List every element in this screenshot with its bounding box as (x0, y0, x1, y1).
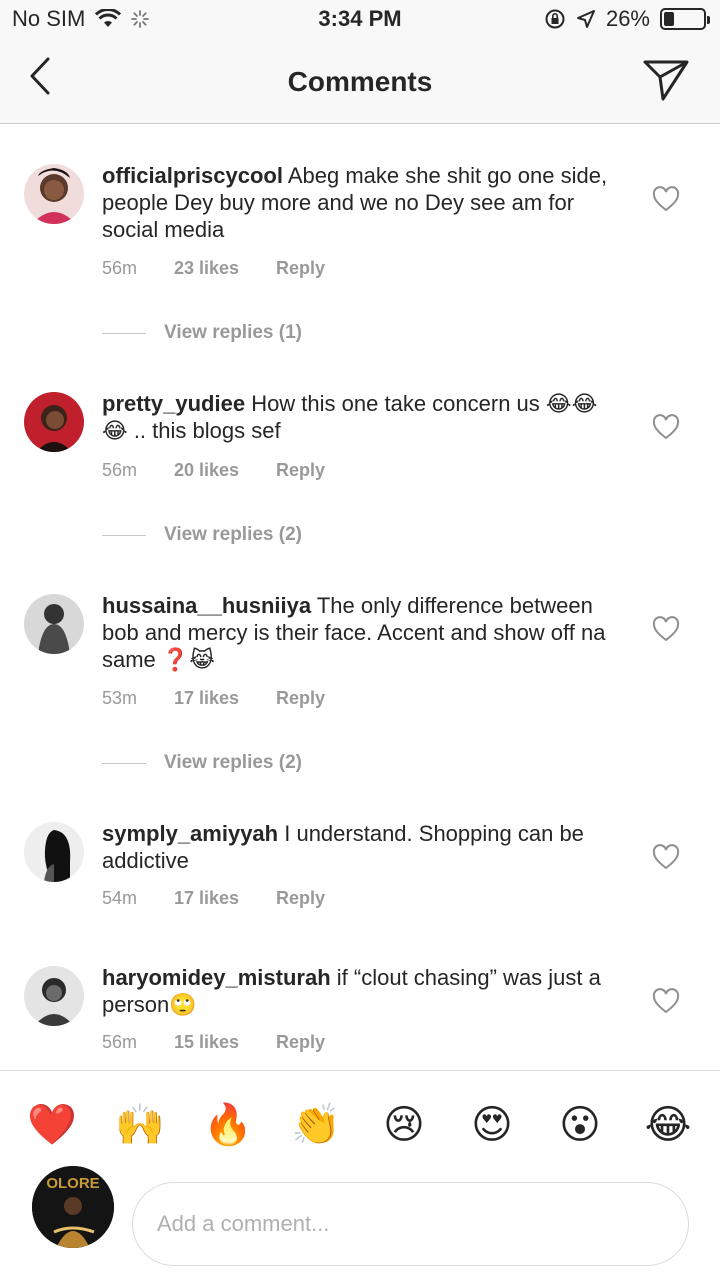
battery-cap (707, 16, 710, 24)
battery-icon (660, 8, 710, 30)
view-replies-button[interactable]: View replies (1) (102, 322, 302, 344)
reply-button[interactable]: Reply (276, 888, 325, 909)
comment-username[interactable]: symply_amiyyah (102, 821, 278, 846)
comment-likes[interactable]: 17 likes (174, 688, 276, 709)
comment-meta: 53m 17 likes Reply (102, 688, 325, 709)
battery-level (664, 12, 674, 26)
page-title: Comments (287, 66, 433, 97)
emoji-fire-button[interactable]: 🔥 (200, 1097, 256, 1153)
emoji-laughing-button[interactable]: 😂 (640, 1097, 696, 1153)
reply-button[interactable]: Reply (276, 688, 325, 709)
heart-icon[interactable] (652, 844, 680, 870)
comment-time: 56m (102, 460, 138, 480)
avatar[interactable] (24, 594, 84, 654)
avatar[interactable] (24, 966, 84, 1026)
comment-time: 53m (102, 688, 138, 708)
avatar[interactable] (24, 164, 84, 224)
comment-text: hussaina__husniiya The only difference b… (102, 592, 622, 673)
heart-icon[interactable] (652, 616, 680, 642)
heart-icon[interactable] (652, 186, 680, 212)
comment-likes[interactable]: 23 likes (174, 258, 276, 279)
avatar-logo-text: OLORE (46, 1175, 99, 1192)
divider (102, 762, 146, 764)
comment-input[interactable] (132, 1182, 689, 1266)
comment-composer: OLORE (0, 1166, 720, 1280)
reply-button[interactable]: Reply (276, 258, 325, 279)
emoji-surprised-button[interactable]: 😮 (552, 1097, 608, 1153)
comment-likes[interactable]: 17 likes (174, 888, 276, 909)
my-avatar[interactable]: OLORE (32, 1166, 114, 1248)
view-replies-label: View replies (2) (164, 752, 302, 773)
reply-button[interactable]: Reply (276, 460, 325, 481)
comment-meta: 56m 15 likes Reply (102, 1032, 325, 1053)
heart-icon[interactable] (652, 988, 680, 1014)
view-replies-button[interactable]: View replies (2) (102, 752, 302, 774)
divider (102, 534, 146, 536)
status-right: 26% (544, 6, 710, 32)
comment-username[interactable]: officialpriscycool (102, 163, 283, 188)
comment-meta: 54m 17 likes Reply (102, 888, 325, 909)
comment-username[interactable]: haryomidey_misturah (102, 965, 331, 990)
comments-list[interactable]: officialpriscycool Abeg make she shit go… (0, 124, 720, 1070)
paper-plane-icon (643, 60, 689, 101)
emoji-quick-bar: ❤️ 🙌 🔥 👏 😢 😍 😮 😂 (0, 1070, 720, 1180)
view-replies-label: View replies (1) (164, 322, 302, 343)
status-bar: No SIM 3:34 PM 26% (0, 0, 720, 40)
orientation-lock-icon (545, 9, 565, 29)
emoji-heart-button[interactable]: ❤️ (24, 1097, 80, 1153)
comment-meta: 56m 20 likes Reply (102, 460, 325, 481)
emoji-heart-eyes-button[interactable]: 😍 (464, 1097, 520, 1153)
reply-button[interactable]: Reply (276, 1032, 325, 1053)
comment-username[interactable]: hussaina__husniiya (102, 593, 311, 618)
emoji-raised-hands-button[interactable]: 🙌 (112, 1097, 168, 1153)
avatar[interactable] (24, 822, 84, 882)
emoji-crying-button[interactable]: 😢 (376, 1097, 432, 1153)
comment-text: officialpriscycool Abeg make she shit go… (102, 162, 622, 243)
divider (102, 332, 146, 334)
comment-time: 56m (102, 1032, 138, 1052)
comment-meta: 56m 23 likes Reply (102, 258, 325, 279)
share-button[interactable] (640, 54, 692, 106)
comment-text: haryomidey_misturah if “clout chasing” w… (102, 964, 622, 1018)
comment-likes[interactable]: 15 likes (174, 1032, 276, 1053)
comment-username[interactable]: pretty_yudiee (102, 391, 245, 416)
emoji-clap-button[interactable]: 👏 (288, 1097, 344, 1153)
comment-likes[interactable]: 20 likes (174, 460, 276, 481)
heart-icon[interactable] (652, 414, 680, 440)
nav-bar: Comments (0, 40, 720, 124)
location-arrow-icon (576, 10, 595, 28)
comment-text: pretty_yudiee How this one take concern … (102, 390, 622, 444)
battery-percent: 26% (605, 6, 650, 31)
view-replies-label: View replies (2) (164, 524, 302, 545)
comment-time: 54m (102, 888, 138, 908)
comment-time: 56m (102, 258, 138, 278)
view-replies-button[interactable]: View replies (2) (102, 524, 302, 546)
avatar[interactable] (24, 392, 84, 452)
comment-text: symply_amiyyah I understand. Shopping ca… (102, 820, 622, 874)
